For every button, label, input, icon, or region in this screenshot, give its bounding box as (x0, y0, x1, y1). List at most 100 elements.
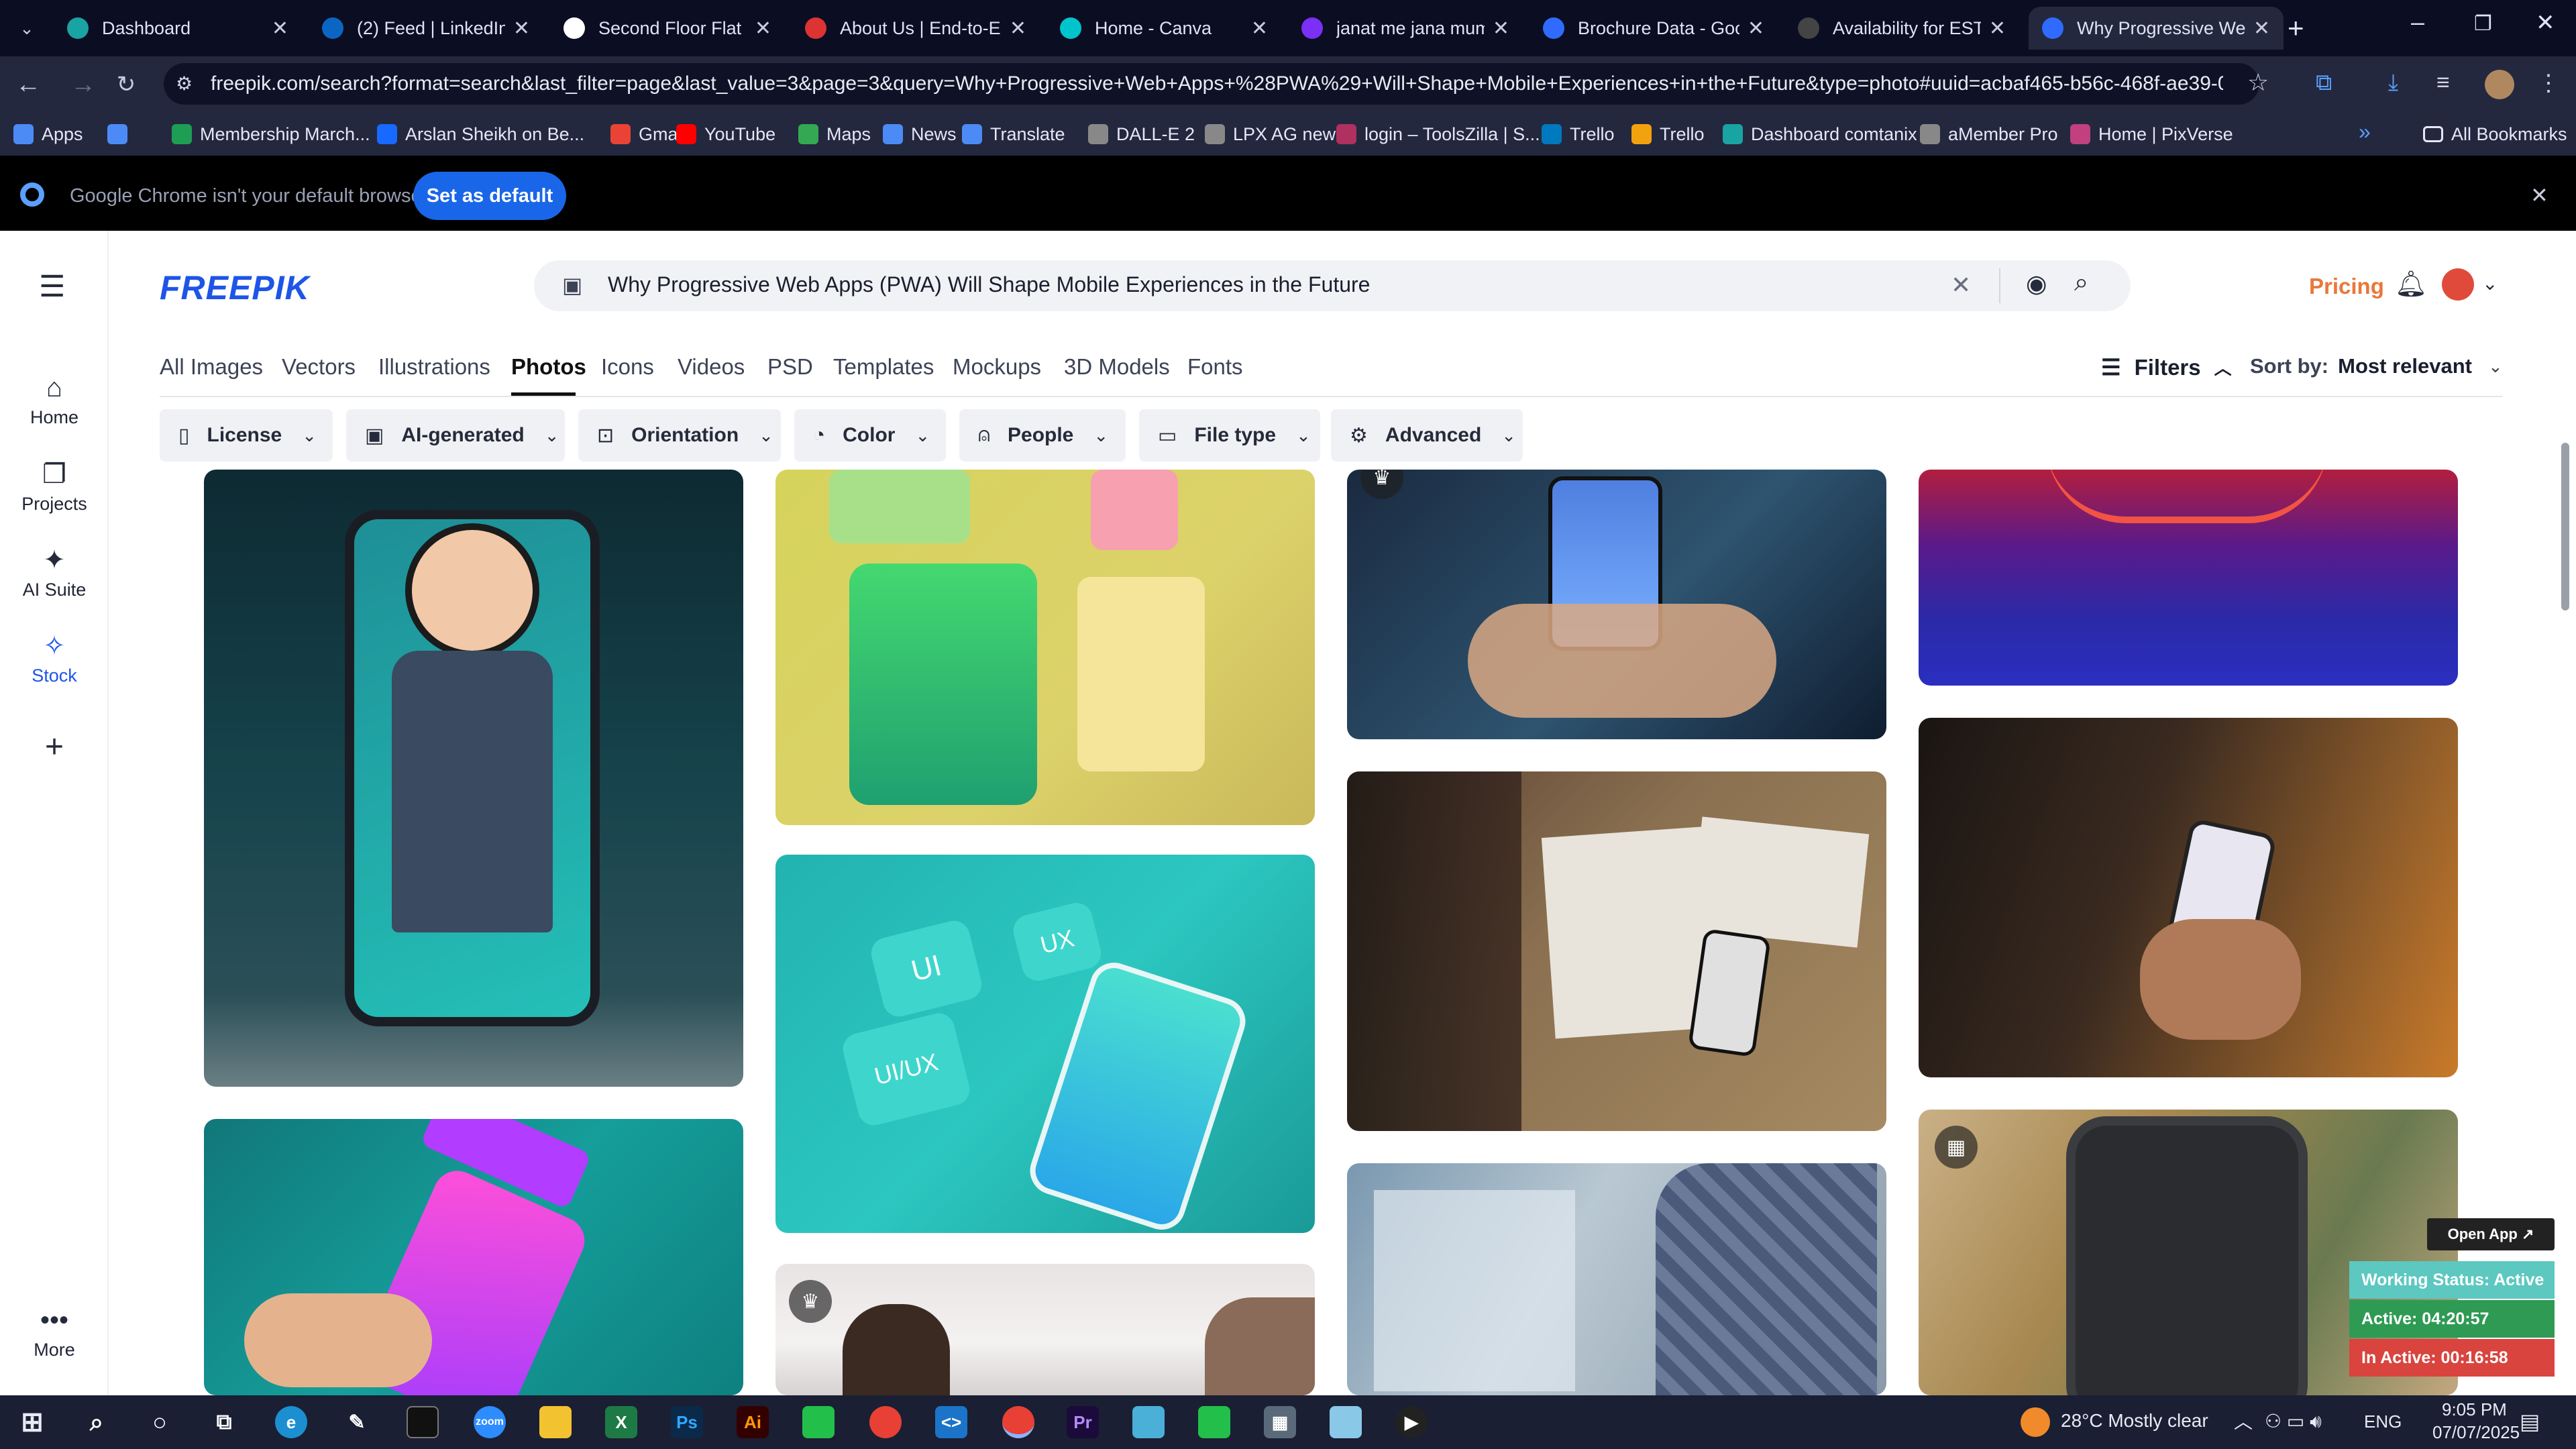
more-bookmarks-icon[interactable]: » (2359, 119, 2371, 144)
browser-tab[interactable]: About Us | End-to-En ✕ (792, 7, 1040, 50)
sidebar-item-more[interactable]: ••• More (0, 1305, 109, 1360)
account-menu-chevron-icon[interactable]: ⌄ (2482, 272, 2498, 294)
category-tab[interactable]: Fonts (1187, 354, 1243, 380)
premiere-icon[interactable]: Pr (1067, 1406, 1099, 1438)
category-tab[interactable]: 3D Models (1064, 354, 1170, 380)
bookmark-star-icon[interactable]: ☆ (2247, 68, 2269, 97)
result-app-ui-panels[interactable] (775, 470, 1315, 825)
search-icon[interactable]: ⌕ (2074, 268, 2088, 297)
category-tab[interactable]: Mockups (953, 354, 1041, 380)
close-tab-icon[interactable]: ✕ (1493, 17, 1509, 40)
bookmark-item[interactable]: News (883, 121, 957, 148)
sidebar-item-stock[interactable]: ✧ Stock (0, 631, 109, 686)
all-bookmarks[interactable]: All Bookmarks (2423, 121, 2567, 148)
excel-icon[interactable]: X (605, 1406, 637, 1438)
set-as-default-button[interactable]: Set as default (413, 172, 566, 220)
category-tab[interactable]: Photos (511, 354, 586, 380)
filter-dropdown[interactable]: ▣ AI-generated ⌄ (346, 409, 565, 462)
illustrator-icon[interactable]: Ai (737, 1406, 769, 1438)
bookmark-item[interactable]: Apps (13, 121, 83, 148)
bookmark-item[interactable]: Home | PixVerse (2070, 121, 2233, 148)
bookmark-item[interactable]: aMember Pro (1920, 121, 2058, 148)
reload-button[interactable]: ↻ (109, 67, 144, 102)
browser-tab[interactable]: Second Floor Flat For✕ (550, 7, 785, 50)
sidebar-item-home[interactable]: ⌂ Home (0, 373, 109, 428)
bookmark-item[interactable]: DALL-E 2 (1088, 121, 1195, 148)
freepik-logo[interactable]: FREEPIK (160, 268, 310, 307)
bookmark-item[interactable] (107, 121, 136, 148)
media-player-icon[interactable]: ▶ (1395, 1406, 1428, 1438)
bookmark-item[interactable]: Gmail (610, 121, 686, 148)
app-icon[interactable] (802, 1406, 835, 1438)
chrome-active-icon[interactable] (1002, 1406, 1034, 1438)
close-tab-icon[interactable]: ✕ (1251, 17, 1268, 40)
category-tab[interactable]: Illustrations (378, 354, 490, 380)
category-tab[interactable]: PSD (767, 354, 813, 380)
filter-dropdown[interactable]: ▯ License ⌄ (160, 409, 333, 462)
hamburger-menu-icon[interactable]: ☰ (39, 270, 65, 304)
close-tab-icon[interactable]: ✕ (272, 17, 288, 40)
task-view-icon[interactable]: ⧉ (208, 1406, 240, 1438)
category-tab[interactable]: All Images (160, 354, 263, 380)
sort-control[interactable]: Sort by: Most relevant ⌄ (2250, 354, 2503, 378)
profile-avatar[interactable] (2485, 70, 2514, 99)
sidebar-item-projects[interactable]: ❐ Projects (0, 459, 109, 515)
filter-dropdown[interactable]: ⊡ Orientation ⌄ (578, 409, 781, 462)
user-avatar[interactable] (2442, 268, 2474, 301)
chrome-menu-icon[interactable]: ⋮ (2537, 70, 2560, 97)
filter-dropdown[interactable]: ▭ File type ⌄ (1139, 409, 1320, 462)
category-tab[interactable]: Icons (601, 354, 654, 380)
close-tab-icon[interactable]: ✕ (2253, 17, 2270, 40)
pen-icon[interactable]: ✎ (341, 1406, 373, 1438)
result-person-laptop[interactable]: ♛ (775, 1264, 1315, 1395)
language-indicator[interactable]: ENG (2364, 1411, 2402, 1432)
browser-tab[interactable]: Brochure Data - Goo ✕ (1529, 7, 1778, 50)
app-icon[interactable] (1330, 1406, 1362, 1438)
close-tab-icon[interactable]: ✕ (513, 17, 530, 40)
bookmark-item[interactable]: LPX AG new (1205, 121, 1336, 148)
close-tab-icon[interactable]: ✕ (1010, 17, 1026, 40)
clock-time[interactable]: 9:05 PM (2442, 1399, 2507, 1420)
tray-chevron-icon[interactable]: ︿ (2234, 1407, 2253, 1434)
camera-search-icon[interactable]: ◉ (2026, 270, 2047, 298)
chrome-taskbar-icon[interactable] (869, 1406, 902, 1438)
close-window-button[interactable]: ✕ (2536, 9, 2555, 36)
clock-date[interactable]: 07/07/2025 (2432, 1422, 2520, 1443)
sidebar-item-ai-suite[interactable]: ✦ AI Suite (0, 545, 109, 600)
open-app-button[interactable]: Open App ↗ (2427, 1218, 2555, 1250)
bookmark-item[interactable]: Arslan Sheikh on Be... (377, 121, 584, 148)
edge-icon[interactable]: e (275, 1406, 307, 1438)
filter-dropdown[interactable]: ⚙ Advanced ⌄ (1331, 409, 1523, 462)
filter-dropdown[interactable]: ◔ Color ⌄ (794, 409, 946, 462)
filters-toggle[interactable]: ☰ Filters ︿ (2101, 354, 2232, 380)
result-wireframe-sketch-phone[interactable] (1347, 771, 1886, 1131)
notifications-icon[interactable]: 🔔︎ (2395, 270, 2427, 299)
photoshop-icon[interactable]: Ps (671, 1406, 703, 1438)
category-tab[interactable]: Templates (833, 354, 934, 380)
browser-tab[interactable]: Why Progressive We ✕ (2029, 7, 2284, 50)
new-tab-button[interactable]: + (2288, 12, 2304, 44)
bookmark-item[interactable]: Trello (1631, 121, 1705, 148)
weather-text[interactable]: 28°C Mostly clear (2061, 1410, 2208, 1432)
notifications-taskbar-icon[interactable]: ▤ (2520, 1409, 2540, 1434)
file-explorer-icon[interactable] (539, 1406, 572, 1438)
download-icon[interactable]: ⤓ (2388, 70, 2398, 96)
search-taskbar-icon[interactable]: ⌕ (80, 1406, 113, 1438)
browser-tab[interactable]: Home - Canva ✕ (1046, 7, 1281, 50)
pricing-link[interactable]: Pricing (2309, 274, 2384, 299)
clear-search-icon[interactable]: ✕ (1951, 271, 1971, 299)
bookmark-item[interactable]: Translate (962, 121, 1065, 148)
maximize-button[interactable]: ❐ (2474, 12, 2492, 36)
browser-tab[interactable]: janat me jana mumk ✕ (1288, 7, 1523, 50)
extensions-icon[interactable]: ⧉ (2316, 70, 2332, 96)
result-cartoon-businessman-phone[interactable] (204, 470, 743, 1087)
cortana-icon[interactable]: ○ (144, 1406, 176, 1438)
media-icon[interactable]: ≡ (2436, 70, 2450, 96)
bookmark-item[interactable]: Membership March... (172, 121, 370, 148)
category-tab[interactable]: Vectors (282, 354, 356, 380)
result-neon-gradient[interactable] (1919, 470, 2458, 686)
bookmark-item[interactable]: login – ToolsZilla | S... (1336, 121, 1540, 148)
browser-tab[interactable]: Availability for EST sh✕ (1784, 7, 2019, 50)
result-ui-ux-3d-phone[interactable]: UI UX UI/UX (775, 855, 1315, 1233)
app-icon[interactable] (1198, 1406, 1230, 1438)
